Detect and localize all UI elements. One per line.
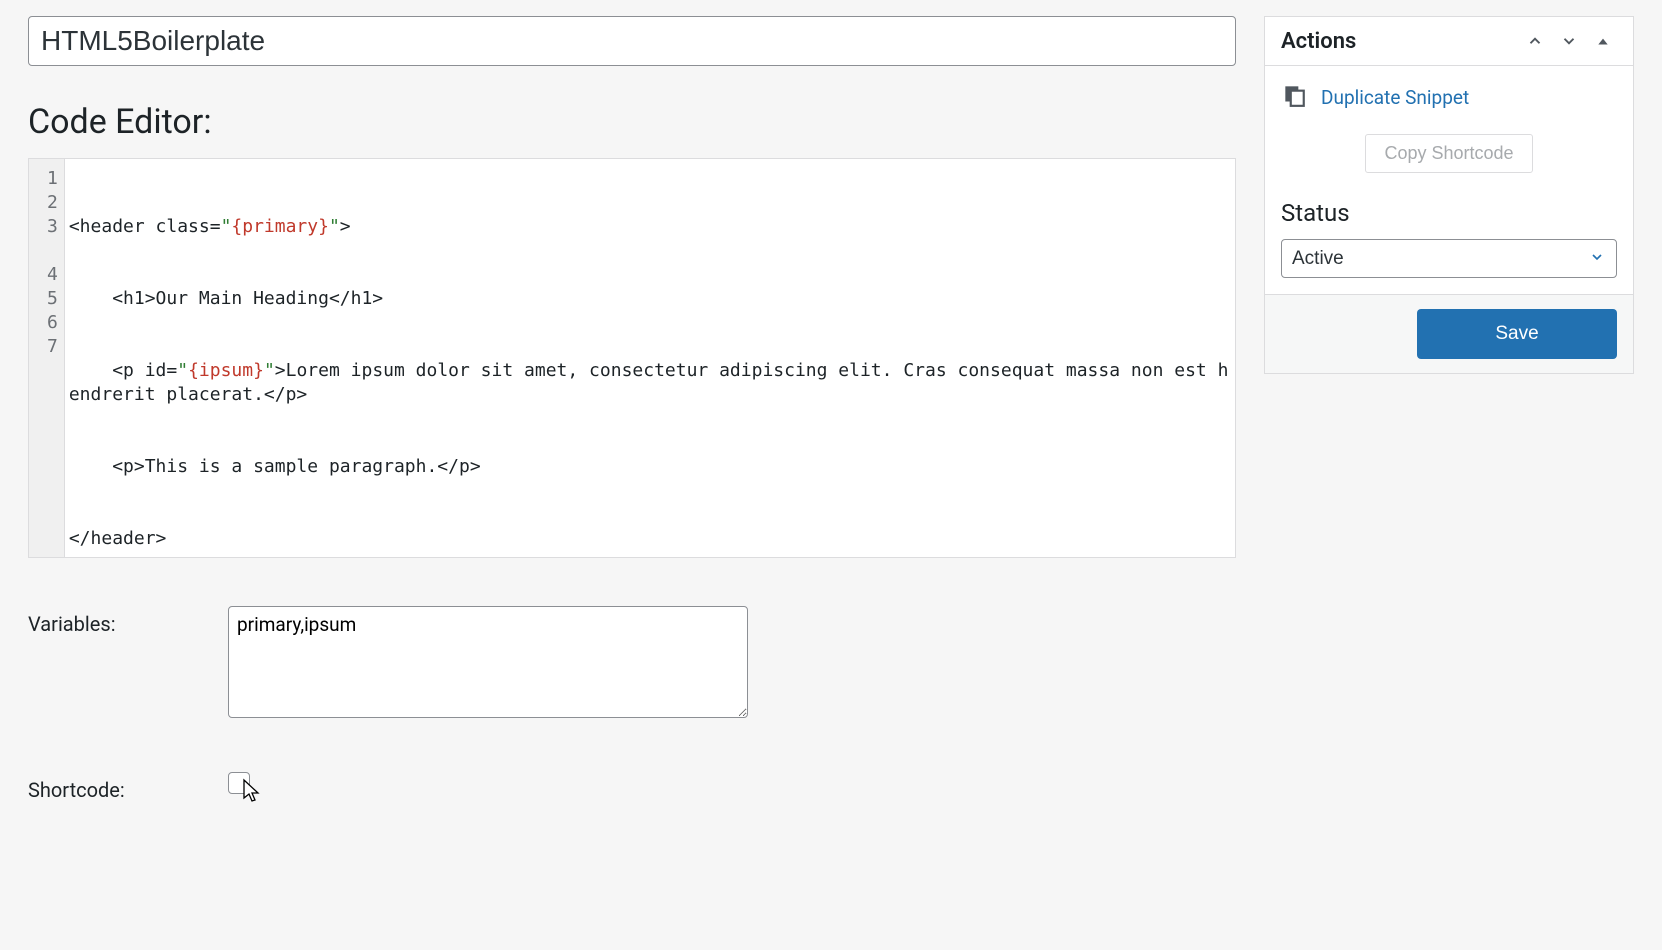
- chevron-up-icon[interactable]: [1521, 27, 1549, 55]
- variables-textarea[interactable]: primary,ipsum: [228, 606, 748, 718]
- save-button[interactable]: Save: [1417, 309, 1617, 359]
- actions-panel: Actions Duplicate Snippet Copy Sho: [1264, 16, 1634, 374]
- shortcode-label: Shortcode:: [28, 772, 228, 802]
- code-gutter: 1 2 3 4 5 6 7: [29, 159, 65, 557]
- actions-panel-title: Actions: [1281, 29, 1521, 54]
- variables-label: Variables:: [28, 606, 228, 636]
- copy-shortcode-button[interactable]: Copy Shortcode: [1365, 134, 1532, 173]
- duplicate-icon: [1281, 82, 1307, 112]
- code-editor[interactable]: 1 2 3 4 5 6 7 <header class="{primary}">…: [28, 158, 1236, 558]
- collapse-triangle-icon[interactable]: [1589, 27, 1617, 55]
- snippet-title-input[interactable]: [28, 16, 1236, 66]
- status-label: Status: [1281, 199, 1617, 227]
- status-select[interactable]: Active: [1281, 239, 1617, 278]
- chevron-down-icon[interactable]: [1555, 27, 1583, 55]
- code-editor-heading: Code Editor:: [28, 102, 1236, 142]
- duplicate-snippet-link[interactable]: Duplicate Snippet: [1321, 86, 1469, 109]
- shortcode-checkbox[interactable]: [228, 772, 250, 794]
- code-body[interactable]: <header class="{primary}"> <h1>Our Main …: [65, 159, 1235, 557]
